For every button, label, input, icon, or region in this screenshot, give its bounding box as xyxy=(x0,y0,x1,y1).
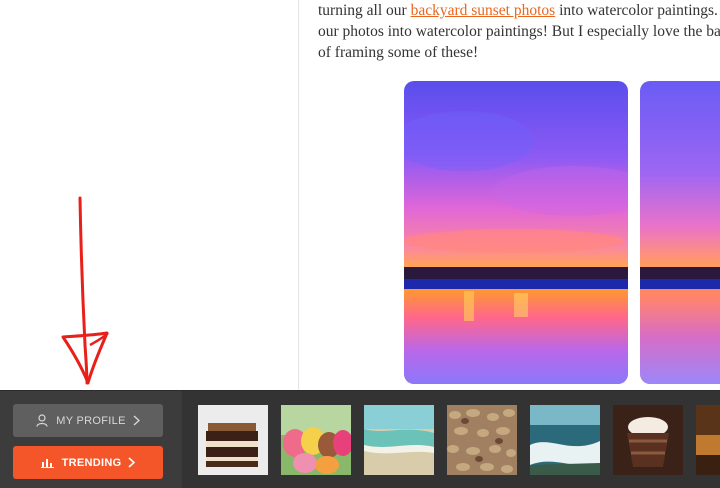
chevron-right-icon xyxy=(128,457,136,468)
watercolor-paintings xyxy=(318,75,720,390)
article-line-1: turning all our backyard sunset photos i… xyxy=(318,2,720,19)
trending-thumbnails xyxy=(182,391,720,488)
chevron-right-icon xyxy=(133,415,140,426)
macarons-thumbnail[interactable] xyxy=(281,405,351,475)
trending-label: TRENDING xyxy=(61,456,122,469)
bottom-toolbar: MY PROFILE TRENDING xyxy=(0,390,720,488)
bar-chart-icon xyxy=(40,457,54,468)
column-divider xyxy=(298,0,299,390)
article-line-2: our photos into watercolor paintings! Bu… xyxy=(318,23,720,40)
my-profile-button[interactable]: MY PROFILE xyxy=(13,404,163,437)
article-line-3: of framing some of these! xyxy=(318,44,479,61)
left-pane xyxy=(0,0,298,390)
chocolate-pudding-thumbnail[interactable] xyxy=(613,405,683,475)
backyard-sunset-photos-link[interactable]: backyard sunset photos xyxy=(411,2,556,19)
watercolor-painting-2[interactable] xyxy=(640,81,720,384)
trending-button[interactable]: TRENDING xyxy=(13,446,163,479)
chocolate-dessert-thumbnail[interactable] xyxy=(696,405,720,475)
my-profile-label: MY PROFILE xyxy=(56,414,126,427)
watercolor-painting-1[interactable] xyxy=(404,81,628,384)
chocolate-cake-thumbnail[interactable] xyxy=(198,405,268,475)
red-arrow-annotation xyxy=(61,196,109,385)
beach-shore-thumbnail[interactable] xyxy=(364,405,434,475)
pebbles-thumbnail[interactable] xyxy=(447,405,517,475)
user-icon xyxy=(36,414,48,427)
ocean-waves-thumbnail[interactable] xyxy=(530,405,600,475)
